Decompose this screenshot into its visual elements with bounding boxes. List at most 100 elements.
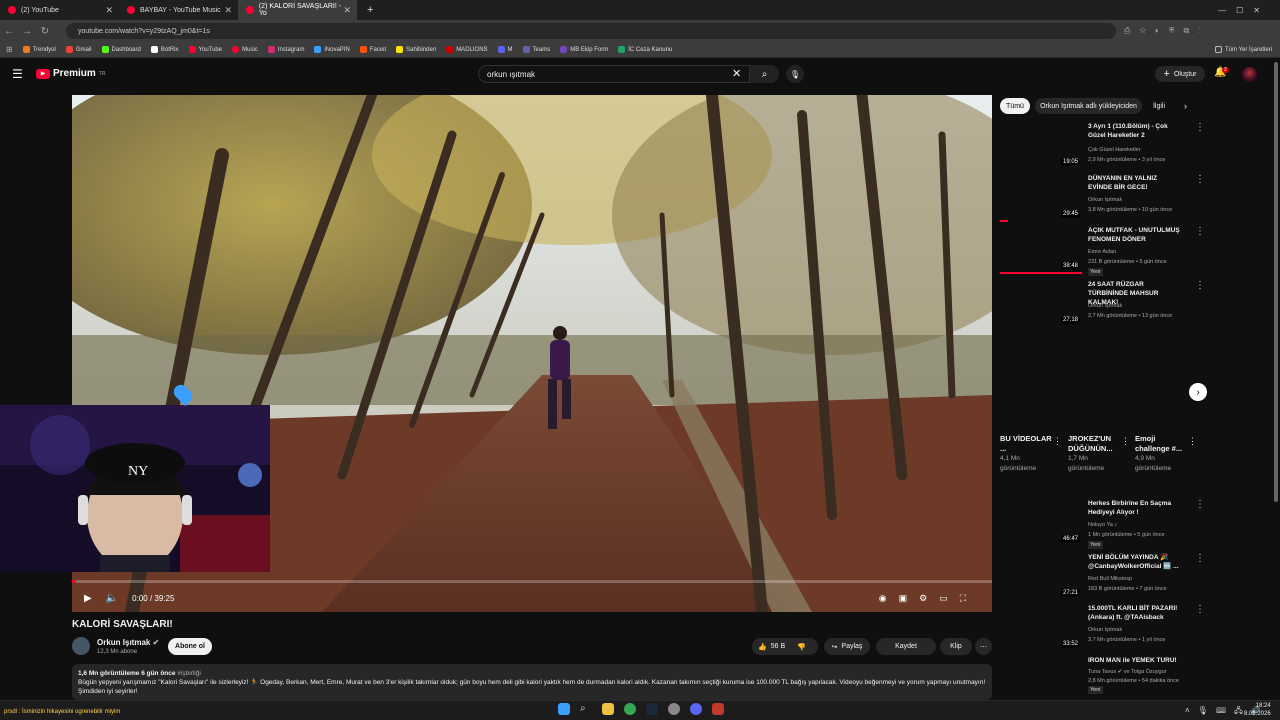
back-icon[interactable]: ← (0, 26, 18, 37)
more-vert-icon[interactable]: ⋮ (1195, 499, 1205, 510)
bookmark-item[interactable]: Dashboard (101, 46, 141, 53)
shelf-next-button[interactable]: › (1189, 383, 1207, 401)
bookmark-item[interactable]: MADLIONS (446, 46, 488, 53)
hamburger-menu-icon[interactable]: ☰ (12, 67, 23, 81)
bookmark-item[interactable]: Gmail (65, 46, 92, 53)
short-card[interactable]: BU VİDEOLAR ... 4,1 Mn görüntüleme ⋮ (1000, 434, 1062, 474)
browser-tab-active[interactable]: (2) KALORİ SAVAŞLARI! - Yo ✕ (238, 0, 357, 20)
player-right-controls[interactable]: ◉▣⚙▭⛶ (879, 593, 978, 604)
video-thumbnail[interactable]: 19:05 (1000, 122, 1082, 168)
voice-search-icon[interactable]: 🎙 (786, 65, 804, 83)
recommended-video[interactable]: 33:52 15.000TL KARLI BİT PAZARI! (Ankara… (1000, 604, 1205, 654)
recommended-video[interactable]: 27:21 YENİ BÖLÜM YAYINDA 🎉 @CanbayWolker… (1000, 553, 1205, 603)
more-vert-icon[interactable]: ⋮ (1121, 436, 1130, 447)
more-vert-icon[interactable]: ⋮ (1195, 122, 1205, 133)
url-field[interactable]: youtube.com/watch?v=y29tzAQ_jm0&t=1s (66, 23, 1116, 39)
more-vert-icon[interactable]: ⋮ (1188, 436, 1197, 447)
bookmark-item[interactable]: iNovaPIN (314, 46, 350, 53)
chip-uploader[interactable]: Orkun Işıtmak adlı yükleyiciden (1035, 98, 1142, 114)
volume-icon[interactable]: 🔈 (106, 593, 118, 604)
page-scrollbar[interactable] (1274, 62, 1278, 502)
create-button[interactable]: + Oluştur (1155, 66, 1205, 82)
short-card[interactable]: Emoji challenge #... 4,9 Mn görüntüleme … (1135, 434, 1197, 474)
subscribe-button[interactable]: Abone ol (168, 638, 212, 655)
bookmark-item[interactable]: Music (232, 46, 258, 53)
bookmark-item[interactable]: Trendyol (22, 46, 56, 53)
reload-icon[interactable]: ↻ (36, 26, 54, 37)
windows-start-icon[interactable] (558, 703, 570, 715)
recommended-video[interactable]: 46:47 Herkes Birbirine En Saçma Hediyeyi… (1000, 499, 1205, 551)
more-vert-icon[interactable]: ⋮ (1195, 174, 1205, 185)
hashtag-link[interactable]: #işbirliği (177, 670, 200, 677)
browser-tab[interactable]: (2) YouTube ✕ (0, 0, 119, 20)
bookmark-item[interactable]: Teams (522, 46, 550, 53)
more-actions-icon[interactable]: ⋯ (975, 638, 992, 655)
video-thumbnail[interactable]: 38:48 (1000, 226, 1082, 272)
avatar[interactable] (1242, 67, 1257, 82)
forward-icon[interactable]: → (18, 26, 36, 37)
new-tab-button[interactable]: + (357, 4, 373, 16)
close-tab-icon[interactable]: ✕ (343, 5, 351, 16)
youtube-logo[interactable]: ▶ Premium TR (36, 68, 105, 79)
file-explorer-icon[interactable] (602, 703, 614, 715)
more-vert-icon[interactable]: ⋮ (1195, 604, 1205, 615)
recommended-video[interactable]: 27:18 24 SAAT RÜZGAR TÜRBİNİNDE MAHSUR K… (1000, 280, 1205, 330)
like-count: 56 B (770, 642, 786, 650)
channel-avatar[interactable] (72, 637, 90, 655)
youtube-icon (188, 46, 196, 53)
bookmark-item[interactable]: YouTube (188, 46, 222, 53)
discord-icon[interactable] (690, 703, 702, 715)
close-tab-icon[interactable]: ✕ (105, 5, 113, 16)
clear-search-icon[interactable]: ✕ (732, 67, 741, 80)
bookmark-item[interactable]: İC Ceza Kanunu (618, 46, 672, 53)
app-icon-red[interactable] (712, 703, 724, 715)
bookmark-item[interactable]: M (497, 46, 513, 53)
browser-tab[interactable]: BAYBAY - YouTube Music ✕ (119, 0, 238, 20)
chevron-right-icon[interactable]: › (1184, 101, 1187, 111)
bookmark-item[interactable]: MB Ekip Form (560, 46, 608, 53)
progress-bar[interactable] (72, 580, 992, 583)
short-card[interactable]: JROKEZ'UN DÜĞÜNÜN... 1,7 Mn görüntüleme … (1068, 434, 1130, 474)
video-thumbnail[interactable]: 33:52 (1000, 604, 1082, 650)
thumbs-down-icon[interactable]: 👎 (797, 643, 806, 651)
description-text: Bügün yepyeni yarışmamız "Kalori Savaşla… (78, 679, 986, 695)
bookmark-item[interactable]: Instagram (267, 46, 304, 53)
chrome-icon[interactable] (624, 703, 636, 715)
more-vert-icon[interactable]: ⋮ (1053, 436, 1062, 447)
bookmark-item[interactable]: BotRix (150, 46, 179, 53)
all-bookmarks-button[interactable]: Tüm Yer İşaretleri (1214, 46, 1272, 53)
bookmark-label: Dashboard (111, 46, 141, 53)
more-vert-icon[interactable]: ⋮ (1195, 553, 1205, 564)
search-icon[interactable]: ⌕ (580, 703, 592, 715)
bookmark-item[interactable]: Faceit (359, 46, 386, 53)
save-button[interactable]: Kaydet (876, 638, 936, 655)
more-vert-icon[interactable]: ⋮ (1195, 280, 1205, 291)
clip-button[interactable]: Klip (940, 638, 972, 655)
search-button[interactable]: ⌕ (749, 65, 779, 83)
recommended-video[interactable]: 29:45 DÜNYANIN EN YALNIZ EVİNDE BİR GECE… (1000, 174, 1205, 224)
bookmark-item[interactable]: Sahibinden (396, 46, 436, 53)
video-thumbnail[interactable]: 46:47 (1000, 499, 1082, 545)
steam-icon[interactable] (646, 703, 658, 715)
video-thumbnail[interactable]: 29:45 (1000, 174, 1082, 220)
play-icon[interactable]: ▶ (84, 593, 92, 604)
more-vert-icon[interactable]: ⋮ (1195, 226, 1205, 237)
close-tab-icon[interactable]: ✕ (224, 5, 232, 16)
recommended-video[interactable]: 19:05 3 Ayrı 1 (110.Bölüm) - Çok Güzel H… (1000, 122, 1205, 172)
video-thumbnail[interactable]: 27:18 (1000, 280, 1082, 326)
share-button[interactable]: ↪ Paylaş (824, 638, 870, 655)
chip-all[interactable]: Tümü (1000, 98, 1030, 114)
apps-icon[interactable]: ⊞ (6, 45, 13, 54)
description-box[interactable]: 1,6 Mn görüntüleme 6 gün önce #işbirliği… (72, 664, 992, 700)
recommended-video[interactable]: IRON MAN ile YEMEK TURU! Tuna Tavus ✔ ve… (1000, 656, 1190, 700)
recommended-video[interactable]: 38:48 AÇIK MUTFAK - UNUTULMUŞ FENOMEN DÖ… (1000, 226, 1205, 278)
video-thumbnail[interactable] (1000, 656, 1082, 700)
like-button[interactable]: 👍 56 B (758, 643, 785, 651)
toolbar-icons[interactable]: ⎙☆◐⛨⧉⋮ (1124, 26, 1209, 36)
app-icon[interactable] (668, 703, 680, 715)
chip-related[interactable]: İlgili (1147, 98, 1171, 114)
video-thumbnail[interactable]: 27:21 (1000, 553, 1082, 599)
window-controls[interactable]: —☐✕ (1218, 6, 1270, 15)
channel-name-row[interactable]: Orkun Işıtmak ✔ (97, 638, 159, 647)
clock[interactable]: 18:24 8.01.2026 (1244, 702, 1271, 718)
